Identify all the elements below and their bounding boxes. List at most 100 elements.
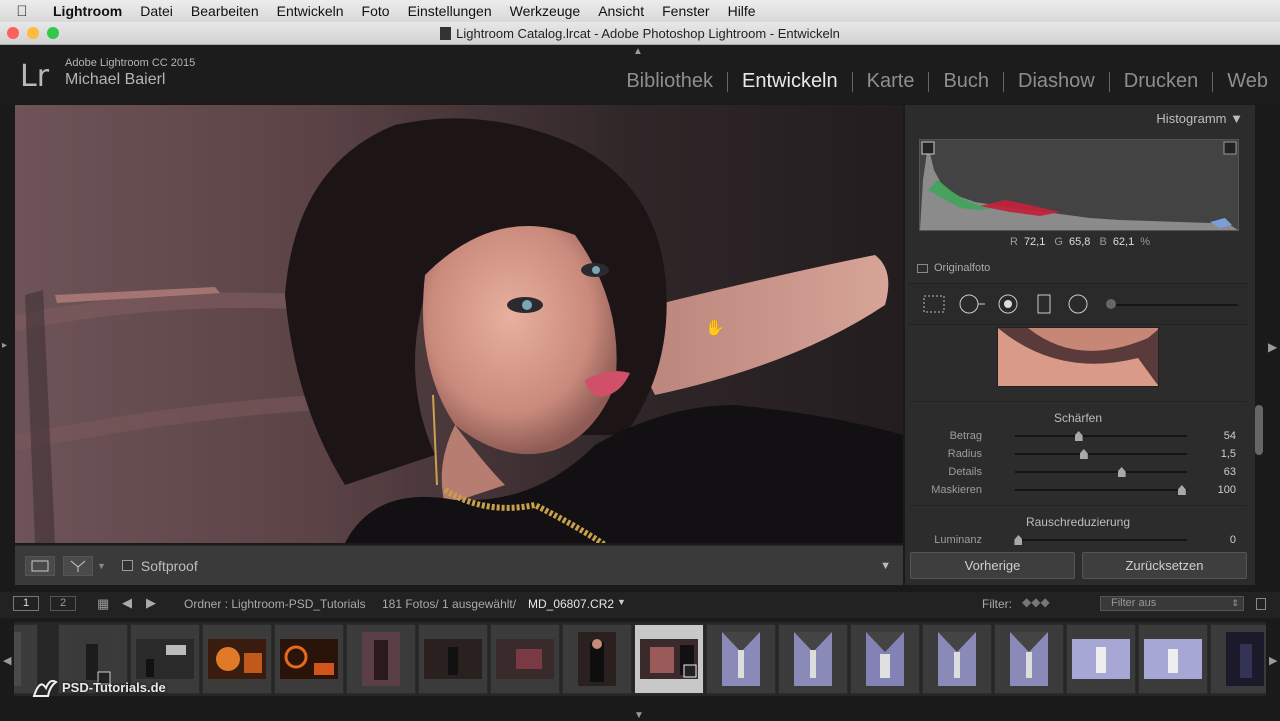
flag-filter-icon[interactable]: ◆◆◆ — [1022, 595, 1050, 609]
sharpen-detail-row[interactable]: Details 63 — [910, 464, 1246, 480]
product-name: Adobe Lightroom CC 2015 — [65, 57, 196, 69]
previous-settings-button[interactable]: Vorherige — [910, 552, 1075, 579]
bottom-panel-toggle-icon[interactable]: ▼ — [634, 710, 644, 721]
softproof-label: Softproof — [140, 557, 198, 574]
filename-dropdown-icon[interactable]: ▼ — [617, 597, 626, 607]
filter-lock-icon[interactable] — [1256, 598, 1266, 610]
filmstrip-thumbnail[interactable] — [1066, 624, 1136, 694]
filmstrip-right-arrow-icon[interactable]: ▶ — [1269, 654, 1277, 667]
slider-value[interactable]: 54 — [1224, 430, 1236, 442]
mac-menubar:  Lightroom Datei Bearbeiten Entwickeln … — [0, 0, 1280, 22]
sharpen-masking-row[interactable]: Maskieren 100 — [910, 482, 1246, 498]
menu-hilfe[interactable]: Hilfe — [719, 3, 765, 19]
apple-icon[interactable]:  — [0, 3, 44, 20]
zoom-window-button[interactable] — [47, 27, 59, 39]
menu-lightroom[interactable]: Lightroom — [44, 3, 131, 19]
before-after-dropdown-icon[interactable]: ▼ — [97, 561, 106, 571]
primary-window-button[interactable]: 1 — [13, 596, 39, 611]
module-drucken[interactable]: Drucken — [1110, 70, 1212, 93]
before-after-button[interactable] — [63, 555, 93, 576]
spot-removal-icon[interactable] — [958, 293, 988, 315]
slider-value[interactable]: 100 — [1218, 484, 1236, 496]
module-entwickeln[interactable]: Entwickeln — [728, 70, 852, 93]
histogram-header[interactable]: Histogramm ▼ — [1156, 111, 1243, 126]
softproof-checkbox[interactable] — [121, 560, 133, 571]
filmstrip-thumbnail[interactable] — [994, 624, 1064, 694]
crop-overlay-icon[interactable] — [922, 294, 946, 314]
radial-filter-icon[interactable] — [1066, 293, 1090, 315]
top-panel-toggle-icon[interactable]: ▲ — [633, 46, 643, 57]
filmstrip-thumbnail[interactable] — [202, 624, 272, 694]
grid-view-icon[interactable]: ▦ — [97, 596, 109, 612]
slider-knob[interactable] — [1117, 467, 1126, 477]
filmstrip-left-arrow-icon[interactable]: ◀ — [3, 654, 11, 667]
back-arrow-icon[interactable]: ◀ — [122, 595, 132, 611]
slider-value[interactable]: 0 — [1230, 534, 1236, 545]
reset-button[interactable]: Zurücksetzen — [1082, 552, 1247, 579]
original-photo-checkbox[interactable] — [917, 263, 928, 273]
original-photo-toggle[interactable]: Originalfoto — [917, 262, 990, 274]
noise-reduction-title[interactable]: Rauschreduzierung — [910, 515, 1246, 529]
slider-track[interactable] — [1015, 471, 1187, 473]
slider-knob[interactable] — [1177, 485, 1186, 495]
filmstrip-thumbnail[interactable] — [1138, 624, 1208, 694]
module-karte[interactable]: Karte — [853, 70, 929, 93]
right-panel-toggle-icon[interactable]: ▶ — [1268, 340, 1277, 354]
toolbar-options-icon[interactable]: ▼ — [880, 560, 891, 572]
menu-ansicht[interactable]: Ansicht — [589, 3, 653, 19]
slider-track[interactable] — [1015, 489, 1187, 491]
filmstrip-thumbnail[interactable] — [706, 624, 776, 694]
histogram[interactable] — [919, 139, 1239, 231]
selected-filename[interactable]: MD_06807.CR2 — [528, 597, 614, 611]
slider-track[interactable] — [1015, 435, 1187, 437]
source-path[interactable]: Ordner : Lightroom-PSD_Tutorials — [184, 597, 366, 611]
filmstrip-thumbnail[interactable] — [1210, 624, 1266, 694]
slider-knob[interactable] — [1074, 431, 1083, 441]
brush-slider-knob[interactable] — [1106, 299, 1116, 309]
minimize-window-button[interactable] — [27, 27, 39, 39]
menu-foto[interactable]: Foto — [353, 3, 399, 19]
menu-einstellungen[interactable]: Einstellungen — [399, 3, 501, 19]
filmstrip-thumbnail[interactable] — [418, 624, 488, 694]
slider-value[interactable]: 1,5 — [1221, 448, 1236, 460]
histogram-graph — [920, 141, 1238, 230]
left-panel-toggle-icon[interactable]: ▸ — [2, 340, 7, 351]
secondary-window-button[interactable]: 2 — [50, 596, 76, 611]
module-bibliothek[interactable]: Bibliothek — [612, 70, 727, 93]
close-window-button[interactable] — [7, 27, 19, 39]
filmstrip-thumbnail-selected[interactable] — [634, 624, 704, 694]
module-buch[interactable]: Buch — [929, 70, 1003, 93]
brush-slider-track[interactable] — [1108, 304, 1238, 306]
menu-fenster[interactable]: Fenster — [653, 3, 718, 19]
filmstrip-thumbnail[interactable] — [490, 624, 560, 694]
menu-datei[interactable]: Datei — [131, 3, 182, 19]
module-web[interactable]: Web — [1213, 70, 1268, 93]
detail-preview[interactable] — [997, 327, 1159, 387]
filter-select[interactable]: Filter aus ⇕ — [1100, 596, 1244, 611]
slider-track[interactable] — [1015, 539, 1187, 541]
filmstrip-thumbnail[interactable] — [274, 624, 344, 694]
sharpen-title[interactable]: Schärfen — [910, 411, 1246, 425]
forward-arrow-icon[interactable]: ▶ — [146, 595, 156, 611]
filmstrip-thumbnail[interactable] — [562, 624, 632, 694]
panel-scrollbar[interactable] — [1255, 405, 1263, 455]
filmstrip-thumbnail[interactable] — [346, 624, 416, 694]
filmstrip-thumbnail[interactable] — [778, 624, 848, 694]
photo-canvas[interactable]: ✋ — [15, 105, 903, 543]
sharpen-radius-row[interactable]: Radius 1,5 — [910, 446, 1246, 462]
slider-knob[interactable] — [1014, 535, 1023, 545]
graduated-filter-icon[interactable] — [1034, 293, 1054, 315]
red-eye-icon[interactable] — [996, 293, 1020, 315]
slider-value[interactable]: 63 — [1224, 466, 1236, 478]
slider-knob[interactable] — [1079, 449, 1088, 459]
filmstrip-thumbnail[interactable] — [850, 624, 920, 694]
module-diashow[interactable]: Diashow — [1004, 70, 1109, 93]
sharpen-amount-row[interactable]: Betrag 54 — [910, 428, 1246, 444]
filmstrip-thumbnail[interactable] — [922, 624, 992, 694]
loupe-view-button[interactable] — [25, 555, 55, 576]
slider-track[interactable] — [1015, 453, 1187, 455]
menu-werkzeuge[interactable]: Werkzeuge — [501, 3, 590, 19]
menu-entwickeln[interactable]: Entwickeln — [268, 3, 353, 19]
menu-bearbeiten[interactable]: Bearbeiten — [182, 3, 268, 19]
luminance-row[interactable]: Luminanz 0 — [910, 532, 1246, 545]
